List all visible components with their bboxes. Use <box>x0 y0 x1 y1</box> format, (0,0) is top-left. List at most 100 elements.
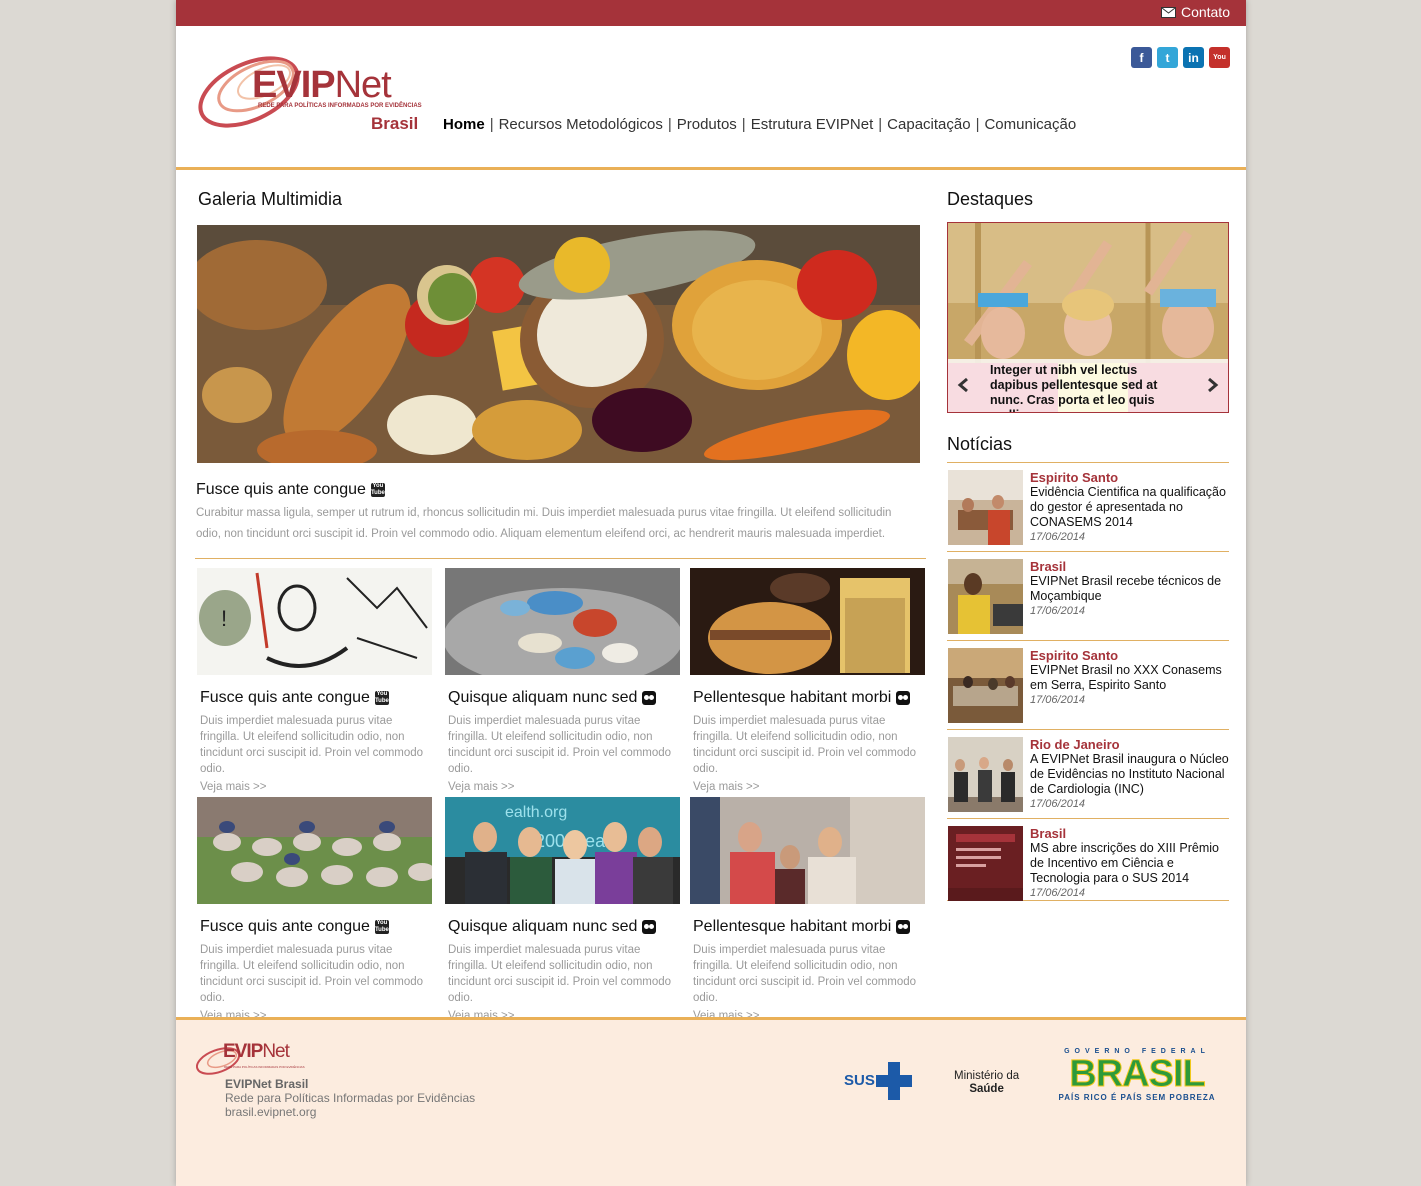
card-thumbnail[interactable] <box>690 568 925 675</box>
card-title-text: Pellentesque habitant morbi <box>693 689 892 706</box>
news-photo <box>948 737 1023 812</box>
news-date: 17/06/2014 <box>1030 887 1086 899</box>
sus-label: SUS <box>844 1072 875 1089</box>
facebook-icon[interactable]: f <box>1131 47 1152 68</box>
destaques-caption[interactable]: Integer ut nibh vel lectus dapibus pelle… <box>990 363 1180 412</box>
twitter-icon[interactable]: t <box>1157 47 1178 68</box>
news-thumbnail[interactable] <box>948 737 1023 812</box>
nav-separator: | <box>489 116 494 133</box>
noticias-heading: Notícias <box>947 434 1013 454</box>
news-headline-text: A EVIPNet Brasil inaugura o Núcleo de Ev… <box>1030 752 1229 796</box>
ministerio-saude-logo[interactable]: Ministério da Saúde <box>954 1070 1019 1096</box>
destaques-slider[interactable]: Integer ut nibh vel lectus dapibus pelle… <box>947 222 1229 413</box>
nav-separator: | <box>741 116 746 133</box>
gallery-card[interactable]: Fusce quis ante congue You Tube Duis imperd… <box>197 797 437 1022</box>
footer-logo[interactable]: EVIPNet REDE PARA POLÍTICAS INFORMADAS P… <box>195 1039 306 1075</box>
news-headline[interactable]: Evidência Cientifica na qualificação do … <box>1030 485 1230 545</box>
news-region[interactable]: Rio de Janeiro <box>1030 737 1120 752</box>
card-thumbnail[interactable] <box>690 797 925 904</box>
chevron-right-icon[interactable] <box>1204 377 1220 393</box>
card-thumbnail[interactable]: ! <box>197 568 432 675</box>
featured-title[interactable]: Fusce quis ante congue You Tube <box>196 481 385 499</box>
news-item[interactable]: Brasil EVIPNet Brasil recebe técnicos de … <box>947 551 1229 640</box>
header-divider <box>176 167 1246 170</box>
nav-item-recursos-metodol-gicos[interactable]: Recursos Metodológicos <box>499 116 663 133</box>
governo-federal-logo[interactable]: GOVERNO FEDERAL BRASIL PAÍS RICO É PAÍS … <box>1048 1048 1226 1106</box>
linkedin-icon[interactable]: in <box>1183 47 1204 68</box>
chevron-left-icon[interactable] <box>956 377 972 393</box>
news-headline[interactable]: EVIPNet Brasil recebe técnicos de Moçamb… <box>1030 574 1230 619</box>
ministerio-line2: Saúde <box>969 1083 1004 1095</box>
nav-item-comunica-o[interactable]: Comunicação <box>984 116 1076 133</box>
nav-separator: | <box>878 116 883 133</box>
news-headline-text: MS abre inscrições do XIII Prêmio de Inc… <box>1030 841 1219 885</box>
card-title[interactable]: Fusce quis ante congue You Tube <box>200 689 437 707</box>
gallery-card[interactable]: Pellentesque habitant morbi Duis imperdie… <box>690 797 930 1022</box>
card-title[interactable]: Quisque aliquam nunc sed <box>448 918 685 936</box>
gallery-card[interactable]: ! Fusce quis ante congue You Tube Duis imper… <box>197 568 437 793</box>
news-region[interactable]: Brasil <box>1030 826 1066 841</box>
news-item[interactable]: Rio de Janeiro A EVIPNet Brasil inaugura … <box>947 729 1229 818</box>
featured-title-text: Fusce quis ante congue <box>196 481 366 498</box>
news-headline-text: Evidência Cientifica na qualificação do … <box>1030 485 1226 529</box>
news-thumbnail[interactable] <box>948 470 1023 545</box>
page: Contato EVIPNet REDE PARA POLÍTICAS INFO… <box>176 0 1246 1186</box>
news-date: 17/06/2014 <box>1030 531 1086 543</box>
card-description: Duis imperdiet malesuada purus vitae fri… <box>448 944 672 1004</box>
gallery-card[interactable]: Pellentesque habitant morbi Duis imperdie… <box>690 568 930 793</box>
featured-image[interactable] <box>197 225 920 463</box>
news-headline[interactable]: EVIPNet Brasil no XXX Conasems em Serra,… <box>1030 663 1230 708</box>
card-title-text: Fusce quis ante congue <box>200 918 370 935</box>
flickr-icon <box>642 691 657 705</box>
card-title[interactable]: Pellentesque habitant morbi <box>693 689 930 707</box>
news-item[interactable]: Brasil MS abre inscrições do XIII Prêmio … <box>947 818 1229 901</box>
card-thumbnail[interactable] <box>445 568 680 675</box>
gallery-divider <box>195 558 926 559</box>
gallery-card[interactable]: Quisque aliquam nunc sed Duis imperdiet m… <box>445 568 685 793</box>
footer-url[interactable]: brasil.evipnet.org <box>225 1105 316 1119</box>
news-item[interactable]: Espirito Santo EVIPNet Brasil no XXX Cona… <box>947 640 1229 729</box>
gallery-card[interactable]: ealth.org2000health Quisque aliquam nunc … <box>445 797 685 1022</box>
nav-separator: | <box>667 116 672 133</box>
main-nav: Home | Recursos Metodológicos | Produtos | Est… <box>443 116 1076 133</box>
veja-mais-link[interactable]: Veja mais >> <box>200 781 437 793</box>
footer-logo-tagline: REDE PARA POLÍTICAS INFORMADAS POR EVIDÊ… <box>224 1065 305 1069</box>
logo-tagline: REDE PARA POLÍTICAS INFORMADAS POR EVIDÊ… <box>258 103 422 109</box>
news-thumbnail[interactable] <box>948 826 1023 901</box>
nav-item-estrutura-evipnet[interactable]: Estrutura EVIPNet <box>751 116 874 133</box>
contact-link[interactable]: Contato <box>1160 4 1230 20</box>
nav-item-capacita-o[interactable]: Capacitação <box>887 116 970 133</box>
news-region[interactable]: Espirito Santo <box>1030 470 1118 485</box>
youtube-icon[interactable]: You <box>1209 47 1230 68</box>
card-description: Duis imperdiet malesuada purus vitae fri… <box>200 715 424 775</box>
evipnet-logo[interactable]: EVIPNet REDE PARA POLÍTICAS INFORMADAS P… <box>194 44 424 134</box>
veja-mais-link[interactable]: Veja mais >> <box>693 781 930 793</box>
card-thumbnail[interactable]: ealth.org2000health <box>445 797 680 904</box>
ministerio-line1: Ministério da <box>954 1070 1020 1082</box>
news-thumbnail[interactable] <box>948 559 1023 634</box>
card-photo: ! <box>197 568 432 675</box>
card-photo: ealth.org2000health <box>445 797 680 904</box>
destaques-heading: Destaques <box>947 189 1034 209</box>
news-region[interactable]: Brasil <box>1030 559 1066 574</box>
card-title-text: Quisque aliquam nunc sed <box>448 689 638 706</box>
news-region[interactable]: Espirito Santo <box>1030 648 1118 663</box>
card-title[interactable]: Fusce quis ante congue You Tube <box>200 918 437 936</box>
news-headline[interactable]: MS abre inscrições do XIII Prêmio de Inc… <box>1030 841 1230 901</box>
footer-divider <box>176 1017 1246 1020</box>
svg-text:!: ! <box>221 606 227 631</box>
news-item[interactable]: Espirito Santo Evidência Cientifica na qu… <box>947 462 1229 551</box>
nav-item-home[interactable]: Home <box>443 116 485 133</box>
food-photo <box>197 225 920 463</box>
news-headline-text: EVIPNet Brasil no XXX Conasems em Serra,… <box>1030 663 1222 692</box>
card-thumbnail[interactable] <box>197 797 432 904</box>
card-title[interactable]: Pellentesque habitant morbi <box>693 918 930 936</box>
veja-mais-link[interactable]: Veja mais >> <box>448 781 685 793</box>
sus-logo[interactable]: SUS <box>844 1062 934 1100</box>
nav-item-produtos[interactable]: Produtos <box>677 116 737 133</box>
card-title[interactable]: Quisque aliquam nunc sed <box>448 689 685 707</box>
footer-logo-wordmark: EVIPNet <box>223 1041 290 1062</box>
news-headline[interactable]: A EVIPNet Brasil inaugura o Núcleo de Ev… <box>1030 752 1230 812</box>
news-thumbnail[interactable] <box>948 648 1023 723</box>
card-description: Duis imperdiet malesuada purus vitae fri… <box>200 944 424 1004</box>
